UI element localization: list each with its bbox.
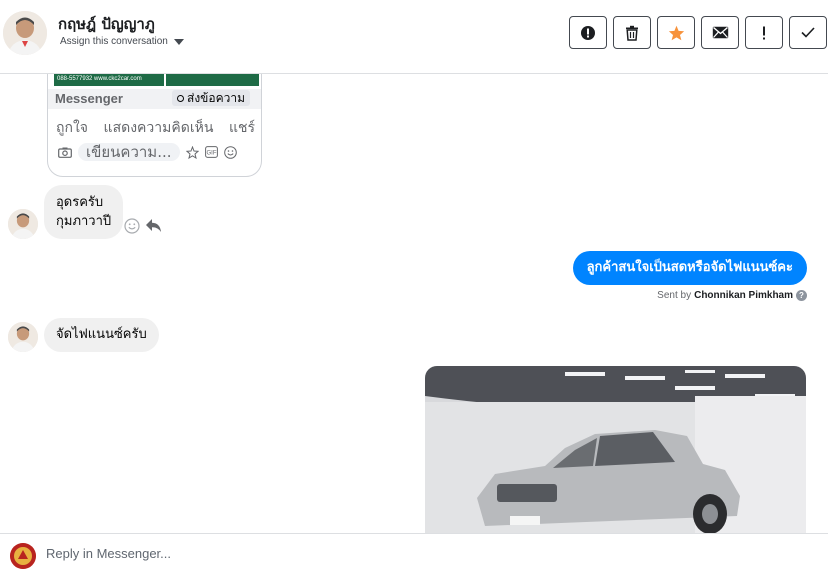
action-toolbar [569, 16, 827, 49]
mark-spam-button[interactable] [569, 16, 607, 49]
star-button[interactable] [657, 16, 695, 49]
page-avatar [10, 543, 36, 569]
svg-text:GIF: GIF [206, 151, 216, 157]
trash-icon [626, 25, 638, 41]
sent-by-label: Sent by Chonnikan Pimkham ? [657, 290, 807, 301]
post-compose-row: เขียนความ... GIF [48, 141, 261, 163]
shared-post-card[interactable]: 088-5577932 www.ckc2car.com Messenger ส่… [47, 74, 262, 177]
sent-by-prefix: Sent by [657, 290, 692, 301]
conversation-header: กฤษฎ์ ปัญญาภู Assign this conversation [0, 0, 828, 74]
reply-arrow-icon[interactable] [145, 218, 162, 233]
assign-conversation-dropdown[interactable]: Assign this conversation [60, 36, 184, 47]
post-banner: 088-5577932 www.ckc2car.com [48, 74, 261, 88]
share-label: แชร์ [228, 120, 255, 136]
incoming-message[interactable]: จัดไฟแนนซ์ครับ [44, 318, 159, 352]
incoming-message[interactable]: อุดรครับ กุมภาวาปี [44, 185, 124, 239]
send-message-label: ส่งข้อความ [187, 90, 246, 105]
contact-name[interactable]: กฤษฎ์ ปัญญาภู [58, 12, 155, 36]
sender-avatar[interactable] [8, 322, 38, 352]
post-messenger-row: Messenger ส่งข้อความ [48, 89, 261, 109]
envelope-icon [712, 26, 728, 39]
outgoing-message[interactable]: ลูกค้าสนใจเป็นสดหรือจัดไฟแนนซ์คะ [572, 251, 807, 285]
follow-up-button[interactable] [745, 16, 783, 49]
exclamation-icon [763, 26, 765, 39]
sender-avatar[interactable] [8, 209, 38, 239]
post-reaction-row: ถูกใจ แสดงความคิดเห็น แชร์ [48, 113, 261, 139]
comment-label: แสดงความคิดเห็น [103, 120, 214, 136]
message-thread[interactable]: 088-5577932 www.ckc2car.com Messenger ส่… [0, 74, 828, 534]
sent-by-name[interactable]: Chonnikan Pimkham [694, 290, 793, 301]
star-icon [668, 25, 684, 40]
post-phone-text: 088-5577932 www.ckc2car.com [54, 74, 164, 86]
gif-icon: GIF [204, 146, 218, 158]
message-line: กุมภาวาปี [56, 214, 112, 229]
camera-icon [58, 147, 72, 158]
reply-bar [0, 533, 828, 580]
alert-circle-icon [581, 25, 595, 40]
messenger-icon [177, 94, 184, 102]
help-icon[interactable]: ? [796, 290, 807, 301]
contact-avatar[interactable] [3, 11, 47, 55]
reply-input[interactable] [46, 546, 546, 561]
outgoing-image[interactable] [425, 366, 806, 534]
message-line: อุดรครับ [56, 195, 104, 210]
mark-unread-button[interactable] [701, 16, 739, 49]
react-emoji-icon[interactable] [124, 218, 140, 234]
mark-done-button[interactable] [789, 16, 827, 49]
delete-button[interactable] [613, 16, 651, 49]
send-message-button[interactable]: ส่งข้อความ [172, 90, 251, 106]
post-banner-graphic [166, 74, 259, 86]
sticker-icon [185, 145, 199, 159]
like-label: ถูกใจ [56, 120, 88, 136]
assign-label: Assign this conversation [60, 36, 168, 47]
post-write-comment: เขียนความ... [78, 143, 180, 161]
chevron-down-icon [173, 39, 184, 45]
checkmark-icon [801, 27, 815, 38]
messenger-label: Messenger [55, 91, 123, 106]
emoji-icon [223, 145, 237, 159]
